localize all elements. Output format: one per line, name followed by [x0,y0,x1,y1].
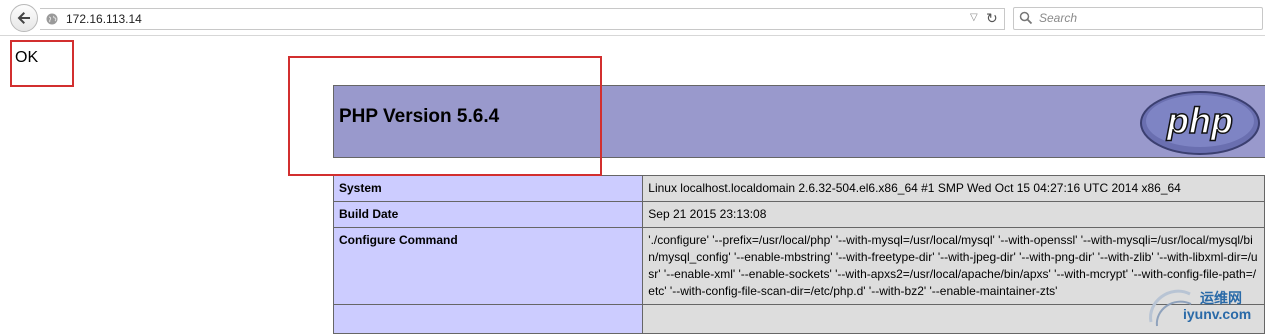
row-key: System [332,175,644,202]
watermark-cn: 运维网 [1200,290,1242,306]
watermark-en: iyunv.com [1183,306,1252,322]
table-row: System Linux localhost.localdomain 2.6.3… [332,175,1265,202]
back-arrow-icon [17,12,30,24]
search-placeholder[interactable]: Search [1039,11,1077,25]
row-value: Sep 21 2015 23:13:08 [642,201,1265,228]
highlight-box-title [288,56,602,176]
svg-text:php: php [1166,100,1233,141]
phpinfo-table: System Linux localhost.localdomain 2.6.3… [332,175,1265,334]
reload-icon[interactable]: ↻ [986,10,998,27]
search-box[interactable]: Search [1013,7,1263,30]
browser-toolbar: 172.16.113.14 ▽ ↻ Search [0,0,1265,36]
table-row: Configure Command './configure' '--prefi… [332,227,1265,305]
globe-icon [46,13,58,25]
dropdown-icon[interactable]: ▽ [970,12,978,23]
table-row: Build Date Sep 21 2015 23:13:08 [332,201,1265,228]
row-key: Configure Command [332,227,644,305]
php-logo: php [1140,91,1260,155]
row-key [332,304,644,334]
address-bar[interactable]: 172.16.113.14 ▽ ↻ [40,8,1005,30]
watermark-logo: 运维网 iyunv.com [1145,282,1265,331]
url-text[interactable]: 172.16.113.14 [66,12,142,26]
table-row [332,304,1265,334]
search-icon [1019,11,1033,25]
row-value: Linux localhost.localdomain 2.6.32-504.e… [642,175,1265,202]
highlight-box-ok [10,40,74,87]
row-key: Build Date [332,201,644,228]
back-button[interactable] [10,4,38,32]
